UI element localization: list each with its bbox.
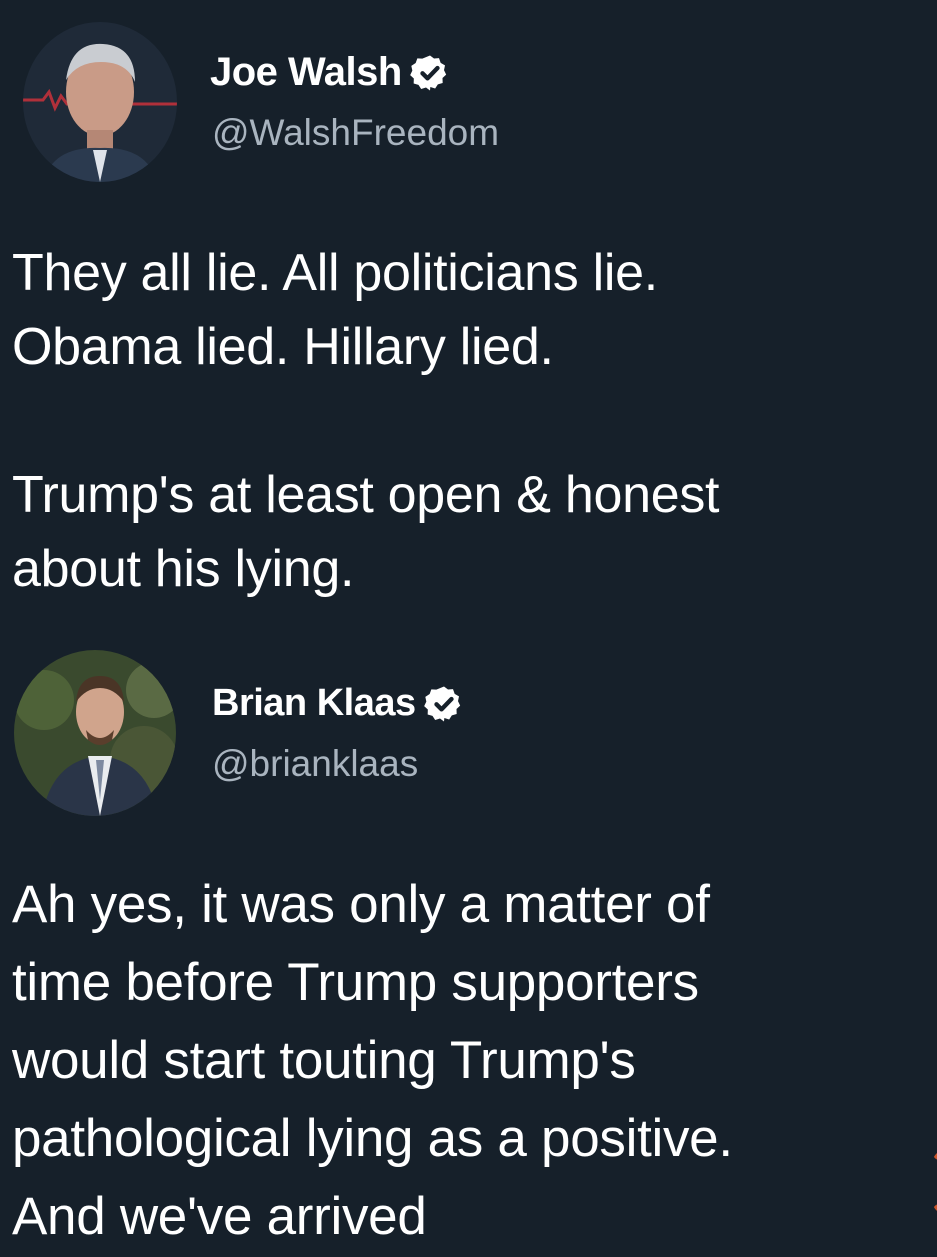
display-name[interactable]: Brian Klaas [212, 682, 416, 725]
tweet-text: They all lie. All politicians lie. Obama… [12, 244, 720, 598]
verified-badge-icon [410, 53, 450, 93]
avatar[interactable] [14, 650, 176, 816]
tweet-brian-klaas[interactable]: Brian Klaas @brianklaas Ah yes, it was o… [0, 640, 937, 1257]
avatar-brian-klaas-image [14, 650, 176, 816]
author-row: Joe Walsh [210, 50, 450, 95]
handle[interactable]: @brianklaas [212, 743, 418, 785]
display-name[interactable]: Joe Walsh [210, 50, 402, 95]
tweet-joe-walsh[interactable]: Joe Walsh @WalshFreedom They all lie. Al… [0, 0, 937, 640]
avatar[interactable] [23, 22, 177, 182]
author-row: Brian Klaas [212, 682, 464, 725]
tweet-text: Ah yes, it was only a matter of time bef… [12, 875, 733, 1246]
handle[interactable]: @WalshFreedom [212, 112, 499, 154]
verified-badge-icon [423, 684, 464, 724]
avatar-joe-walsh-image [23, 22, 177, 182]
